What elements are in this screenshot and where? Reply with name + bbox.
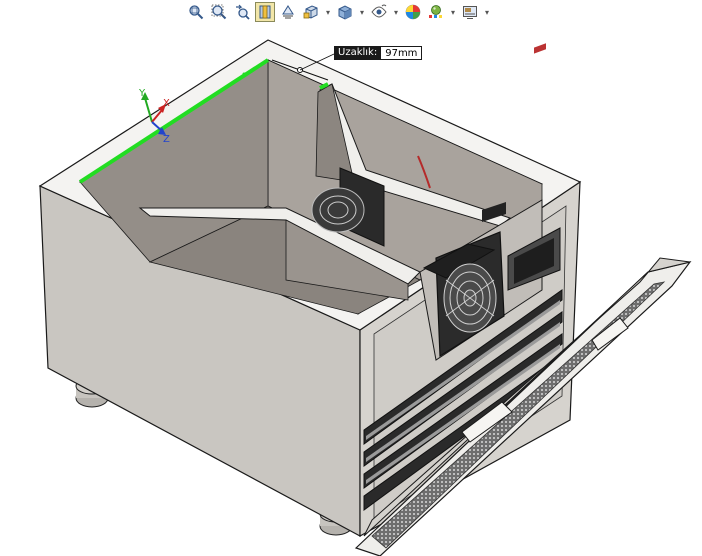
hide-show-items-dropdown[interactable]: ▾ bbox=[392, 8, 400, 17]
graphics-area[interactable]: Y X Z bbox=[0, 26, 702, 556]
view-settings-icon bbox=[463, 6, 477, 19]
section-view-icon bbox=[259, 5, 271, 19]
view-orientation-button[interactable] bbox=[301, 2, 321, 22]
view-settings-button[interactable] bbox=[460, 2, 480, 22]
display-style-icon bbox=[338, 5, 352, 20]
view-heads-up-toolbar: ▾ ▾ ▾ ▾ ▾ bbox=[186, 0, 491, 24]
section-view-button[interactable] bbox=[255, 2, 275, 22]
view-settings-dropdown[interactable]: ▾ bbox=[483, 8, 491, 17]
zoom-to-fit-icon bbox=[189, 5, 204, 20]
apply-scene-icon bbox=[429, 5, 442, 18]
view-orientation-dropdown[interactable]: ▾ bbox=[324, 8, 332, 17]
display-style-dropdown[interactable]: ▾ bbox=[358, 8, 366, 17]
zoom-to-fit-button[interactable] bbox=[186, 2, 206, 22]
view-orientation-icon bbox=[303, 5, 318, 19]
zoom-to-area-icon bbox=[211, 4, 227, 20]
measure-callout[interactable]: Uzaklık: 97mm bbox=[334, 46, 423, 60]
measure-value: 97mm bbox=[381, 46, 423, 60]
zoom-to-area-button[interactable] bbox=[209, 2, 229, 22]
hide-show-items-button[interactable] bbox=[369, 2, 389, 22]
edit-appearance-button[interactable] bbox=[403, 2, 423, 22]
hide-show-items-icon bbox=[371, 4, 387, 18]
triad-y-label: Y bbox=[138, 88, 146, 99]
cabinet-model[interactable] bbox=[38, 39, 692, 556]
triad-x-label: X bbox=[163, 98, 170, 109]
previous-view-icon bbox=[236, 4, 250, 20]
dynamic-annotation-icon bbox=[282, 5, 294, 19]
dynamic-annotation-button[interactable] bbox=[278, 2, 298, 22]
apply-scene-button[interactable] bbox=[426, 2, 446, 22]
measure-label: Uzaklık: bbox=[334, 46, 382, 60]
edit-appearance-icon bbox=[405, 4, 421, 20]
display-style-button[interactable] bbox=[335, 2, 355, 22]
previous-view-button[interactable] bbox=[232, 2, 252, 22]
apply-scene-dropdown[interactable]: ▾ bbox=[449, 8, 457, 17]
triad-z-label: Z bbox=[163, 134, 170, 145]
